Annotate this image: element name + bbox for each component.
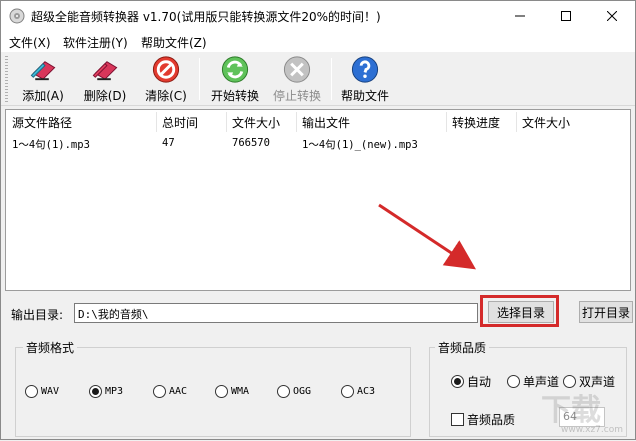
radio-indicator	[507, 375, 520, 388]
toolbar: 添加(A) 删除(D) 清除(C) 开始转换 停止转换 帮助文件	[1, 52, 635, 106]
quality-group-title: 音频品质	[435, 339, 490, 356]
add-button[interactable]: 添加(A)	[19, 54, 67, 104]
radio-indicator	[215, 385, 228, 398]
toolbar-grip	[5, 56, 8, 102]
convert-icon	[221, 56, 249, 83]
column-header[interactable]: 转换进度	[452, 114, 500, 131]
radio-ogg[interactable]: OGG	[277, 385, 311, 398]
help-label: 帮助文件	[340, 89, 389, 103]
radio-auto[interactable]: 自动	[451, 373, 491, 390]
radio-indicator	[89, 385, 102, 398]
menu-register[interactable]: 软件注册(Y)	[63, 34, 128, 51]
radio-mp3[interactable]: MP3	[89, 385, 123, 398]
minimize-button[interactable]	[497, 1, 543, 31]
radio-indicator	[153, 385, 166, 398]
column-header[interactable]: 总时间	[162, 114, 198, 131]
column-header[interactable]: 源文件路径	[12, 114, 72, 131]
radio-ac3[interactable]: AC3	[341, 385, 375, 398]
column-divider	[226, 112, 227, 132]
column-divider	[516, 112, 517, 132]
column-header[interactable]: 文件大小	[232, 114, 280, 131]
watermark: 下载	[541, 393, 601, 428]
toolbar-separator	[199, 58, 200, 100]
output-dir-label: 输出目录:	[11, 308, 64, 322]
delete-label: 删除(D)	[83, 89, 127, 103]
column-divider	[296, 112, 297, 132]
choose-dir-button[interactable]: 选择目录	[488, 301, 554, 323]
checkbox-indicator	[451, 413, 464, 426]
delete-icon	[92, 61, 118, 81]
stop-icon	[283, 56, 311, 83]
help-icon	[351, 56, 379, 83]
delete-button[interactable]: 删除(D)	[81, 54, 129, 104]
menu-file[interactable]: 文件(X)	[9, 34, 51, 51]
column-divider	[446, 112, 447, 132]
radio-wma[interactable]: WMA	[215, 385, 249, 398]
open-dir-button[interactable]: 打开目录	[579, 301, 633, 323]
radio-indicator	[341, 385, 354, 398]
cell-duration: 47	[162, 137, 175, 149]
output-dir-input[interactable]: D:\我的音频\	[74, 303, 478, 323]
start-convert-button[interactable]: 开始转换	[209, 54, 261, 104]
radio-label: MP3	[105, 386, 124, 397]
cell-size: 766570	[232, 137, 270, 149]
stop-convert-label: 停止转换	[272, 89, 321, 103]
clear-button[interactable]: 清除(C)	[143, 54, 189, 104]
radio-label: 自动	[467, 375, 492, 389]
maximize-icon	[561, 11, 571, 21]
toolbar-separator	[331, 58, 332, 100]
radio-indicator	[277, 385, 290, 398]
minimize-icon	[515, 15, 525, 17]
radio-wav[interactable]: WAV	[25, 385, 59, 398]
clear-icon	[152, 56, 180, 83]
radio-indicator	[25, 385, 38, 398]
add-label: 添加(A)	[22, 89, 64, 103]
window-title: 超级全能音频转换器 v1.70(试用版只能转换源文件20%的时间！)	[31, 10, 381, 24]
cell-source-path: 1～4句(1).mp3	[12, 139, 90, 151]
close-button[interactable]	[589, 1, 635, 31]
radio-label: AAC	[169, 386, 188, 397]
radio-indicator	[451, 375, 464, 388]
column-divider	[156, 112, 157, 132]
column-header[interactable]: 文件大小	[522, 114, 570, 131]
radio-label: WAV	[41, 386, 60, 397]
app-icon	[9, 8, 25, 24]
title-bar: 超级全能音频转换器 v1.70(试用版只能转换源文件20%的时间！)	[1, 1, 635, 31]
start-convert-label: 开始转换	[210, 89, 259, 103]
help-button[interactable]: 帮助文件	[339, 54, 391, 104]
menu-bar: 文件(X) 软件注册(Y) 帮助文件(Z)	[1, 31, 635, 52]
quality-checkbox[interactable]: 音频品质	[451, 411, 515, 428]
close-icon	[607, 11, 617, 21]
radio-label: WMA	[231, 386, 250, 397]
file-list[interactable]: 源文件路径 总时间 文件大小 输出文件 转换进度 文件大小 1～4句(1).mp…	[5, 109, 631, 291]
radio-label: OGG	[293, 386, 312, 397]
clear-label: 清除(C)	[145, 89, 187, 103]
add-icon	[30, 61, 56, 81]
app-window: 超级全能音频转换器 v1.70(试用版只能转换源文件20%的时间！) 文件(X)…	[0, 0, 636, 440]
stop-convert-button: 停止转换	[271, 54, 323, 104]
checkbox-label: 音频品质	[467, 413, 516, 427]
format-group-title: 音频格式	[23, 339, 78, 356]
cell-output-file: 1～4句(1)_(new).mp3	[302, 139, 418, 151]
column-header[interactable]: 输出文件	[302, 114, 350, 131]
menu-help[interactable]: 帮助文件(Z)	[141, 34, 207, 51]
maximize-button[interactable]	[543, 1, 589, 31]
watermark-url: www.xz7.com	[561, 425, 623, 435]
radio-label: AC3	[357, 386, 376, 397]
radio-aac[interactable]: AAC	[153, 385, 187, 398]
